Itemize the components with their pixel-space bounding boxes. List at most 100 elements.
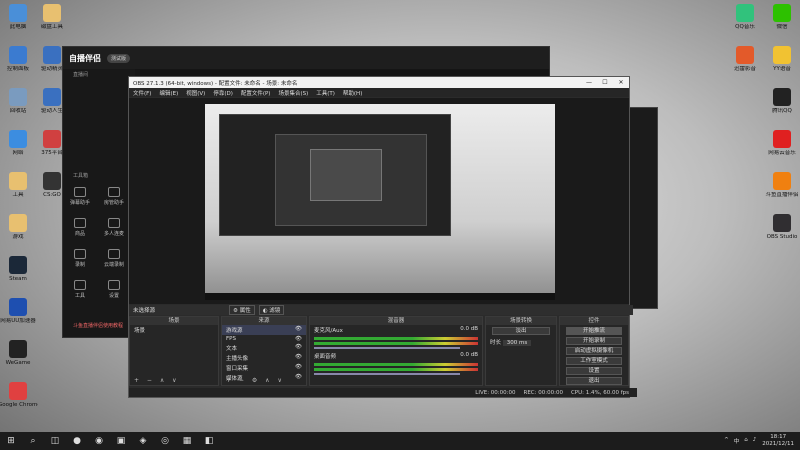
- control-button[interactable]: 开始录制: [566, 337, 622, 345]
- tool-item[interactable]: 云端录制: [99, 249, 129, 268]
- tab-live-room[interactable]: 直播间: [63, 69, 135, 80]
- menu-item[interactable]: 配置文件(P): [241, 89, 271, 97]
- duration-input[interactable]: 300 ms: [502, 340, 532, 346]
- mixer-dock: 混音器 麦克风/Aux 0.0 dB 桌面音频 0.0 dB: [309, 316, 483, 386]
- taskbar-app[interactable]: ◈: [132, 432, 154, 450]
- control-button[interactable]: 退出: [566, 377, 622, 385]
- tool-item[interactable]: 工具: [65, 280, 95, 299]
- menu-item[interactable]: 帮助(H): [343, 89, 362, 97]
- desktop-icon[interactable]: 网易UU加速器: [0, 298, 38, 325]
- control-button[interactable]: 启动虚拟摄像机: [566, 347, 622, 355]
- menu-item[interactable]: 文件(F): [133, 89, 151, 97]
- control-button[interactable]: 开始推流: [566, 327, 622, 335]
- taskbar-app[interactable]: ▣: [110, 432, 132, 450]
- taskbar-app[interactable]: ◫: [44, 432, 66, 450]
- desktop-icon[interactable]: YY语音: [762, 46, 800, 73]
- version-badge[interactable]: 测试版: [107, 53, 131, 63]
- menu-item[interactable]: 停靠(D): [213, 89, 233, 97]
- volume-slider[interactable]: [314, 347, 460, 349]
- clock-date: 2021/12/11: [762, 441, 794, 447]
- app-icon: [9, 214, 27, 232]
- desktop-icon[interactable]: 腾讯QQ: [762, 88, 800, 115]
- desktop-icon[interactable]: Google Chrome: [0, 382, 38, 409]
- tool-item[interactable]: 多人连麦: [99, 218, 129, 237]
- status-item: LIVE: 00:00:00: [475, 389, 516, 396]
- tool-item[interactable]: 房管助手: [99, 187, 129, 206]
- close-button[interactable]: ✕: [613, 79, 629, 86]
- desktop-icon-label: 迅雷影音: [733, 66, 756, 72]
- companion-sidebar: 直播间 工具箱 弹幕助手 房管助手 商品 多人连麦 录制 云端录制 工具 设置 斗鱼直播伴侣使…: [63, 69, 135, 337]
- control-button[interactable]: 工作室模式: [566, 357, 622, 365]
- sources-dock: 来源 游戏源 👁 FPS 👁 文本 👁 主播头像 👁 窗口采集 👁 媒体源 👁 + − ⚙…: [221, 316, 307, 386]
- desktop-icon[interactable]: OBS Studio: [762, 214, 800, 241]
- desktop-icon-label: Google Chrome: [0, 402, 38, 408]
- clock[interactable]: 18:17 2021/12/11: [762, 434, 794, 448]
- tool-item[interactable]: 商品: [65, 218, 95, 237]
- desktop-icon[interactable]: 磁盘工具: [32, 4, 72, 31]
- eye-icon[interactable]: 👁: [295, 364, 302, 370]
- tool-item[interactable]: 录制: [65, 249, 95, 268]
- app-icon: [9, 340, 27, 358]
- obs-window[interactable]: OBS 27.1.3 (64-bit, windows) - 配置文件: 未命名…: [128, 76, 637, 398]
- sources-footer-buttons[interactable]: + − ⚙ ∧ ∨: [226, 377, 285, 384]
- eye-icon[interactable]: 👁: [295, 374, 302, 380]
- obs-title: OBS 27.1.3 (64-bit, windows) - 配置文件: 未命名…: [133, 80, 298, 87]
- taskbar-app[interactable]: ●: [66, 432, 88, 450]
- system-tray: ^ 中 ⌂ ♪ 18:17 2021/12/11: [724, 434, 800, 448]
- source-item[interactable]: 游戏源 👁: [222, 325, 306, 335]
- scene-item[interactable]: 场景: [130, 325, 218, 335]
- menu-item[interactable]: 编辑(E): [159, 89, 178, 97]
- tray-icon[interactable]: ♪: [753, 437, 757, 445]
- transition-select[interactable]: 淡出: [492, 327, 550, 335]
- taskbar-app[interactable]: ◎: [154, 432, 176, 450]
- app-icon: [9, 298, 27, 316]
- source-item[interactable]: 主播头像 👁: [222, 353, 306, 363]
- app-icon: [9, 172, 27, 190]
- desktop-icon-label: Steam: [9, 276, 27, 282]
- source-item[interactable]: 文本 👁: [222, 343, 306, 353]
- taskbar: ⊞ ⌕ ◫ ● ◉ ▣ ◈ ◎ ▦ ◧ ^ 中 ⌂ ♪ 18:17 2021/12/11: [0, 432, 800, 450]
- taskbar-app[interactable]: ◉: [88, 432, 110, 450]
- companion-logo: 自播伴侣: [69, 53, 101, 63]
- taskbar-app[interactable]: ▦: [176, 432, 198, 450]
- menu-item[interactable]: 工具(T): [316, 89, 335, 97]
- app-icon: [9, 88, 27, 106]
- source-item[interactable]: FPS 👁: [222, 335, 306, 343]
- obs-preview[interactable]: [129, 98, 629, 304]
- eye-icon[interactable]: 👁: [295, 354, 302, 360]
- channel-db: 0.0 dB: [460, 326, 478, 332]
- desktop-icon[interactable]: 网易云音乐: [762, 130, 800, 157]
- start-button[interactable]: ⊞: [0, 432, 22, 450]
- tutorial-link[interactable]: 斗鱼直播伴侣使用教程: [63, 320, 133, 331]
- filters-button[interactable]: ◐ 滤镜: [258, 305, 285, 315]
- tool-item[interactable]: 设置: [99, 280, 129, 299]
- scenes-footer-buttons[interactable]: + − ∧ ∨: [134, 377, 180, 384]
- tray-icon[interactable]: ^: [724, 437, 729, 445]
- menu-item[interactable]: 场景集合(S): [278, 89, 308, 97]
- desktop-icon[interactable]: 迅雷影音: [725, 46, 765, 73]
- tray-icon[interactable]: ⌂: [744, 437, 748, 445]
- desktop-icon[interactable]: 微信: [762, 4, 800, 31]
- source-item[interactable]: 窗口采集 👁: [222, 363, 306, 373]
- desktop-icon[interactable]: 游戏: [0, 214, 38, 241]
- control-button[interactable]: 设置: [566, 367, 622, 375]
- menu-item[interactable]: 视图(V): [186, 89, 205, 97]
- taskbar-app[interactable]: ◧: [198, 432, 220, 450]
- tray-icon[interactable]: 中: [734, 437, 740, 445]
- desktop-icon[interactable]: QQ音乐: [725, 4, 765, 31]
- desktop-icon[interactable]: Steam: [0, 256, 38, 283]
- maximize-button[interactable]: ☐: [597, 79, 613, 86]
- desktop-icon[interactable]: WeGame: [0, 340, 38, 367]
- tool-item[interactable]: 弹幕助手: [65, 187, 95, 206]
- tool-icon: [74, 249, 86, 259]
- eye-icon[interactable]: 👁: [295, 344, 302, 350]
- desktop-icon[interactable]: 斗鱼直播伴侣: [762, 172, 800, 199]
- search-icon[interactable]: ⌕: [22, 432, 44, 450]
- eye-icon[interactable]: 👁: [295, 326, 302, 332]
- volume-slider[interactable]: [314, 373, 460, 375]
- transitions-header: 场景转换: [486, 317, 556, 325]
- eye-icon[interactable]: 👁: [295, 336, 302, 342]
- minimize-button[interactable]: —: [581, 79, 597, 86]
- properties-button[interactable]: ⚙ 属性: [229, 305, 255, 315]
- no-source-label: 未选择源: [133, 308, 156, 314]
